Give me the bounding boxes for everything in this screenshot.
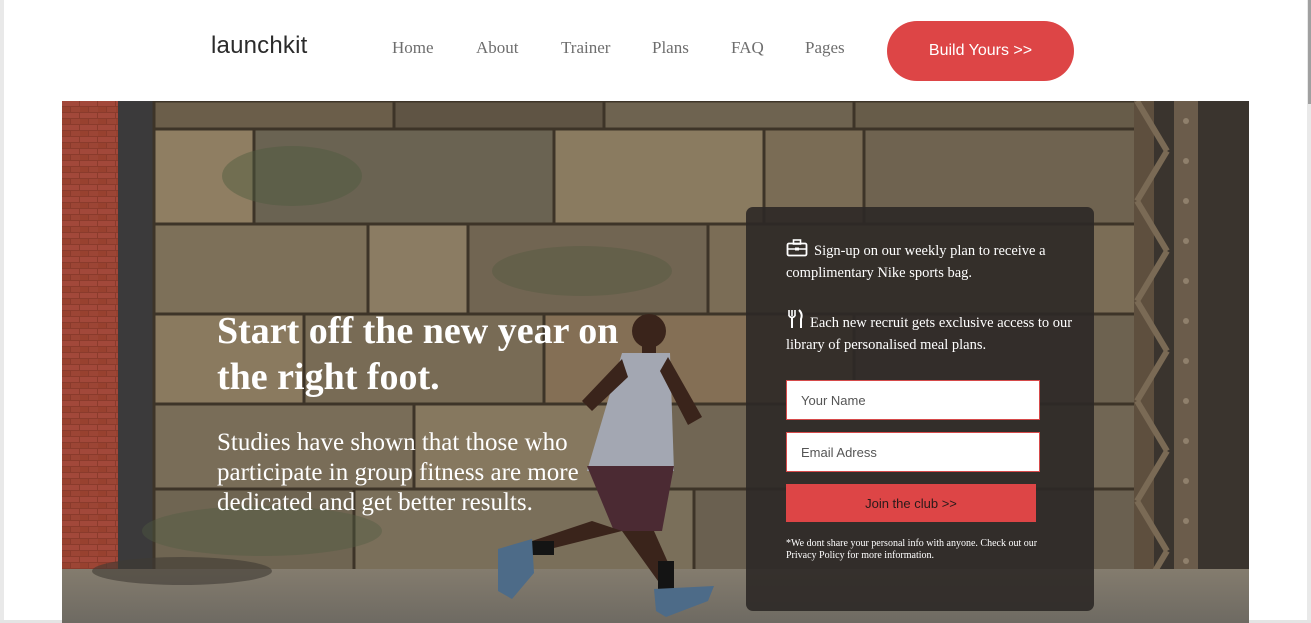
build-yours-button[interactable]: Build Yours >> — [887, 21, 1074, 81]
nav-pages[interactable]: Pages — [805, 38, 845, 58]
join-club-button[interactable]: Join the club >> — [786, 484, 1036, 522]
hero-section: Start off the new year on the right foot… — [62, 101, 1249, 623]
privacy-note: *We dont share your personal info with a… — [786, 538, 1038, 561]
hero-title: Start off the new year on the right foot… — [217, 310, 619, 398]
perk-text: Sign-up on our weekly plan to receive a … — [786, 243, 1046, 281]
perk-text: Each new recruit gets exclusive access t… — [786, 315, 1073, 353]
perk-item: Sign-up on our weekly plan to receive a … — [786, 239, 1076, 283]
nav-plans[interactable]: Plans — [652, 38, 689, 58]
window-left-edge — [0, 0, 4, 623]
signup-card: Sign-up on our weekly plan to receive a … — [746, 207, 1094, 611]
hero-description: Studies have shown that those who partic… — [217, 429, 579, 516]
brand-logo[interactable]: launchkit — [211, 32, 308, 60]
briefcase-icon — [786, 239, 808, 263]
email-input[interactable] — [786, 432, 1040, 472]
perk-item: Each new recruit gets exclusive access t… — [786, 309, 1076, 355]
nav-trainer[interactable]: Trainer — [561, 38, 610, 58]
nav-about[interactable]: About — [476, 38, 519, 58]
name-input[interactable] — [786, 380, 1040, 420]
fork-knife-icon — [786, 309, 804, 335]
nav-home[interactable]: Home — [392, 38, 434, 58]
nav-faq[interactable]: FAQ — [731, 38, 764, 58]
